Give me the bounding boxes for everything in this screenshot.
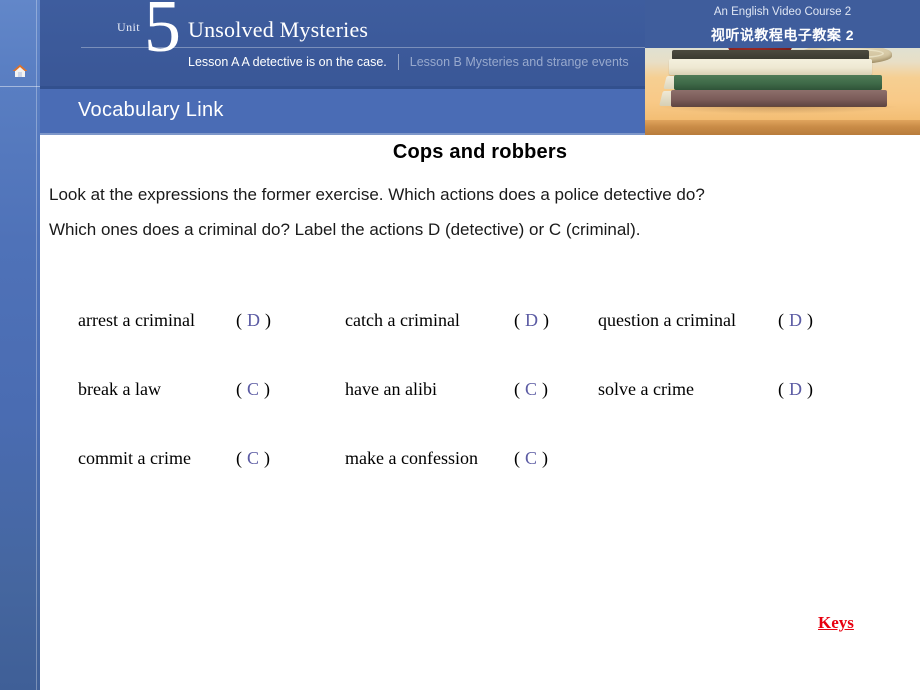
exercise-answer-group[interactable]: (D) <box>236 310 271 331</box>
course-banner-title-en: An English Video Course 2 <box>713 6 852 18</box>
paren-close: ) <box>542 379 549 399</box>
paren-close: ) <box>543 310 549 330</box>
left-sidebar <box>0 0 40 690</box>
exercise-answer-group[interactable]: (D) <box>514 310 549 331</box>
exercise-answer-group[interactable]: (C) <box>514 379 548 400</box>
tab-lesson-b[interactable]: Lesson B Mysteries and strange events <box>399 55 629 69</box>
unit-number: 5 <box>144 0 181 68</box>
exercise-phrase: question a criminal <box>598 310 736 330</box>
exercise-answer-group[interactable]: (C) <box>236 448 270 469</box>
paren-close: ) <box>542 448 549 468</box>
exercise-row: break a law (C) have an alibi (C) solve … <box>40 379 920 448</box>
section-title: Vocabulary Link <box>78 99 224 121</box>
unit-label: Unit <box>117 20 140 34</box>
exercise-grid: arrest a criminal (D) catch a criminal (… <box>40 310 920 517</box>
page-title: Cops and robbers <box>392 141 568 163</box>
course-banner: An English Video Course 2 视听说教程电子教案 2 <box>645 0 920 135</box>
exercise-answer-group[interactable]: (D) <box>778 379 813 400</box>
table-edge <box>645 120 920 135</box>
stacked-books-photo <box>645 48 920 135</box>
sidebar-inner-rule <box>36 0 37 690</box>
answer-letter: D <box>247 310 260 330</box>
header-rule <box>81 47 685 48</box>
exercise-answer-group[interactable]: (C) <box>236 379 270 400</box>
exercise-phrase: make a confession <box>345 448 478 468</box>
instruction-line-1: Look at the expressions the former exerc… <box>49 185 705 204</box>
sidebar-divider <box>0 86 40 87</box>
answer-letter: D <box>789 379 802 399</box>
answer-letter: D <box>789 310 802 330</box>
answer-letter: C <box>247 448 260 468</box>
book-green <box>674 75 882 90</box>
slide-canvas: Unit 5 Unsolved Mysteries Lesson A A det… <box>0 0 920 690</box>
book-cream <box>669 59 872 75</box>
paren-close: ) <box>264 448 271 468</box>
answer-letter: C <box>525 448 538 468</box>
paren-close: ) <box>807 310 813 330</box>
paren-close: ) <box>264 379 271 399</box>
table-shadow <box>655 106 900 114</box>
tab-lesson-a[interactable]: Lesson A A detective is on the case. <box>188 55 398 69</box>
exercise-phrase: commit a crime <box>78 448 191 468</box>
course-banner-title-zh: 视听说教程电子教案 2 <box>710 27 855 43</box>
keys-link[interactable]: Keys <box>818 613 854 633</box>
exercise-phrase: solve a crime <box>598 379 694 399</box>
home-icon[interactable] <box>12 64 28 78</box>
course-title: Unsolved Mysteries <box>188 17 369 42</box>
answer-letter: D <box>525 310 538 330</box>
slide-content: Cops and robbers Look at the expressions… <box>40 135 920 690</box>
exercise-phrase: catch a criminal <box>345 310 460 330</box>
section-bar-vocabulary-link[interactable]: Vocabulary Link <box>40 89 645 133</box>
header-band-gradient <box>40 0 645 86</box>
answer-letter: C <box>247 379 260 399</box>
exercise-phrase: have an alibi <box>345 379 437 399</box>
paren-close: ) <box>807 379 813 399</box>
exercise-phrase: break a law <box>78 379 161 399</box>
paren-close: ) <box>265 310 271 330</box>
exercise-answer-group[interactable]: (D) <box>778 310 813 331</box>
exercise-answer-group[interactable]: (C) <box>514 448 548 469</box>
header-band: Unit 5 Unsolved Mysteries Lesson A A det… <box>40 0 685 86</box>
exercise-row: arrest a criminal (D) catch a criminal (… <box>40 310 920 379</box>
lesson-tabs: Lesson A A detective is on the case. Les… <box>188 52 629 72</box>
answer-letter: C <box>525 379 538 399</box>
exercise-answer-group <box>778 448 788 469</box>
instruction-line-2: Which ones does a criminal do? Label the… <box>49 220 641 239</box>
book-brown <box>671 90 887 107</box>
exercise-row: commit a crime (C) make a confession (C) <box>40 448 920 517</box>
answer-letter <box>778 448 788 468</box>
exercise-phrase: arrest a criminal <box>78 310 195 330</box>
